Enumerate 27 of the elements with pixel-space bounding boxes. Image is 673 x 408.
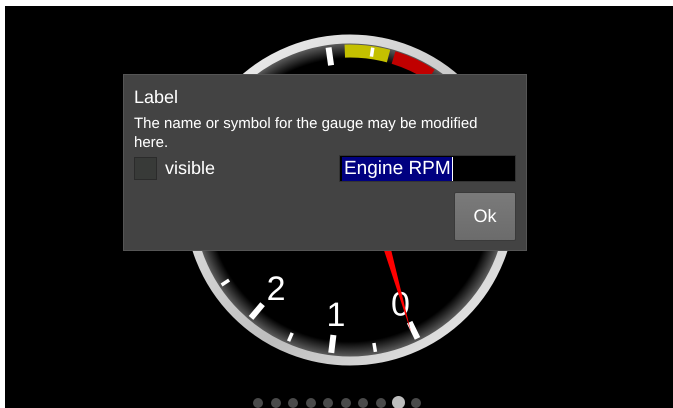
page-dot[interactable] [253,398,263,408]
visible-checkbox[interactable] [134,157,157,180]
tick-mark [326,47,334,66]
checkbox-label[interactable]: visible [165,158,216,179]
dialog-message: The name or symbol for the gauge may be modified here. [134,114,479,152]
ok-button[interactable]: Ok [454,192,516,241]
page-dot[interactable] [323,398,333,408]
caution-zone [344,44,390,62]
page-dot[interactable] [270,398,280,408]
page-dot[interactable] [376,398,386,408]
tick-mark [370,47,374,57]
page-dot[interactable] [340,398,350,408]
page-dot[interactable] [392,396,404,408]
page-dot[interactable] [306,398,316,408]
page-dot[interactable] [410,398,420,408]
tick-mark [406,320,420,340]
tick-mark [328,334,336,354]
page-dot[interactable] [358,398,368,408]
tick-mark [220,278,230,286]
page-dot[interactable] [288,398,298,408]
tick-mark [286,332,294,342]
dialog-title: Label [134,87,180,108]
tick-mark [248,302,265,320]
dial-number: 1 [326,296,346,334]
input-field[interactable]: Engine RPM [339,155,516,182]
tick-mark [372,342,378,352]
dial-number: 2 [266,270,286,308]
